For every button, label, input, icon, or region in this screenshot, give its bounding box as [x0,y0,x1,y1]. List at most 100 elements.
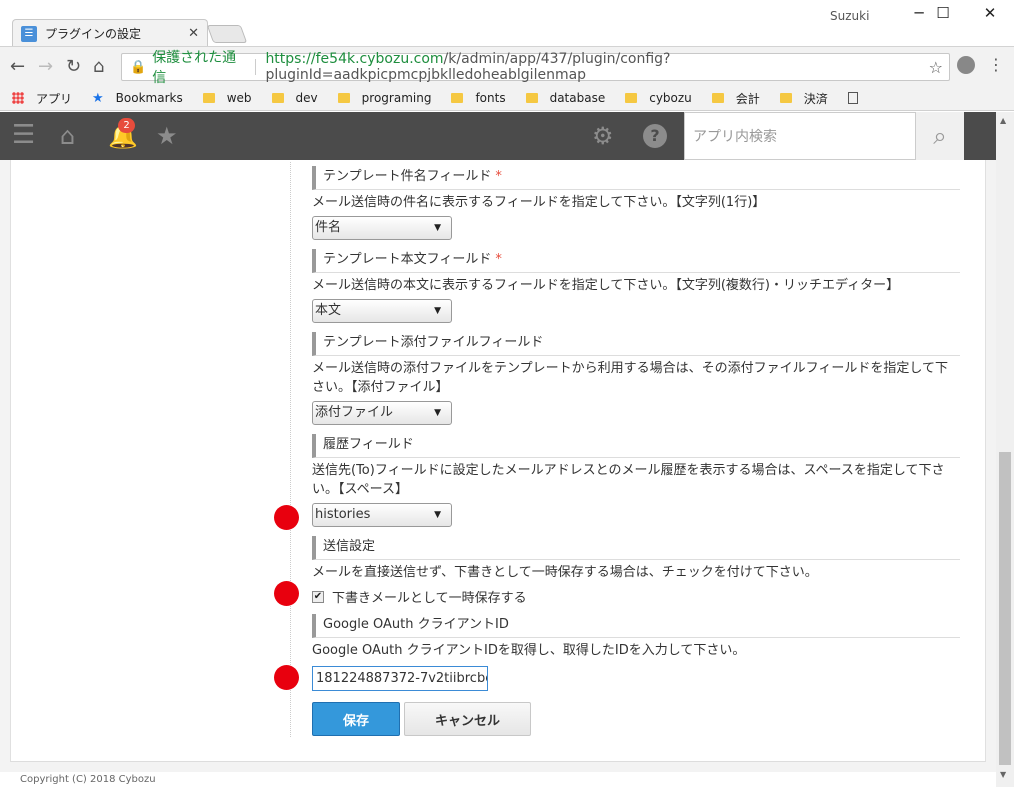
profile-name[interactable]: Suzuki [830,9,869,23]
folder-icon [525,93,538,103]
settings-gear-icon[interactable]: ⚙ [592,122,614,150]
extension-icon[interactable] [957,56,975,74]
dropdown-arrow-icon: ▼ [434,223,441,233]
section-desc-attach: メール送信時の添付ファイルをテンプレートから利用する場合は、その添付ファイルフィ… [312,361,948,395]
bookmark-page[interactable] [847,92,858,104]
back-icon[interactable]: ← [10,56,25,77]
dropdown-arrow-icon: ▼ [434,408,441,418]
section-desc-subject: メール送信時の件名に表示するフィールドを指定して下さい。【文字列(1行)】 [312,195,766,210]
home-icon[interactable]: ⌂ [93,56,104,77]
draft-checkbox[interactable]: ✔ [312,590,324,603]
url-text[interactable]: https://fe54k.cybozu.com/k/admin/app/437… [265,51,949,83]
section-title-text: テンプレート本文フィールド [323,252,492,267]
bookmark-label: fonts [475,91,506,105]
bookmark-label: web [226,91,252,105]
window-close-icon[interactable]: ✕ [967,4,1013,22]
plugin-favicon-icon: ☰ [21,25,37,42]
bookmark-programing[interactable]: programing [337,91,431,105]
bookmark-label: database [549,91,606,105]
select-value: 件名 [315,220,342,235]
folder-icon [271,93,284,103]
section-desc-send: メールを直接送信せず、下書きとして一時保存する場合は、チェックを付けて下さい。 [312,565,818,580]
folder-icon [337,93,350,103]
section-title-text: テンプレート件名フィールド [323,169,492,184]
search-placeholder: アプリ内検索 [693,129,777,145]
help-icon[interactable]: ? [643,124,667,148]
folder-icon [202,93,215,103]
select-value: histories [315,507,371,522]
section-desc-oauth: Google OAuth クライアントIDを取得し、取得したIDを入力して下さい… [312,643,746,658]
column-divider [290,162,291,737]
required-mark: * [495,169,502,184]
copyright-footer: Copyright (C) 2018 Cybozu [20,774,156,785]
bookmark-label: dev [295,91,318,105]
bookmark-label: Bookmarks [115,91,183,105]
bookmark-database[interactable]: database [525,91,606,105]
browser-toolbar: ← → ↻ ⌂ 🔒 保護された通信 https://fe54k.cybozu.c… [0,46,1014,86]
dropdown-arrow-icon: ▼ [434,510,441,520]
secure-label: 保護された通信 [152,50,237,86]
tab-close-icon[interactable]: ✕ [188,26,199,41]
folder-icon [711,93,724,103]
bookmark-apps[interactable]: アプリ [12,90,72,107]
section-title-oauth: Google OAuth クライアントID [312,614,960,638]
oauth-client-id-input[interactable]: 181224887372-7v2tiibrcbc [312,666,488,691]
hamburger-menu-icon[interactable]: ☰ [12,120,35,150]
section-title-attach: テンプレート添付ファイルフィールド [312,332,960,356]
subject-field-select[interactable]: 件名 ▼ [312,216,452,240]
bookmark-star-icon[interactable]: ☆ [929,58,943,77]
history-field-select[interactable]: histories ▼ [312,503,452,527]
folder-icon [625,93,638,103]
highlight-marker [274,581,299,606]
browser-titlebar: ☰ プラグインの設定 ✕ Suzuki ─ ☐ ✕ [0,0,1014,47]
bookmark-web[interactable]: web [202,91,252,105]
section-title-text: 送信設定 [323,539,376,554]
select-value: 添付ファイル [315,405,394,420]
favorites-star-icon[interactable]: ★ [156,122,178,150]
save-button[interactable]: 保存 [312,702,400,736]
bookmark-label: アプリ [36,91,73,106]
body-field-select[interactable]: 本文 ▼ [312,299,452,323]
star-icon: ★ [92,90,104,106]
folder-icon [451,93,464,103]
scroll-up-arrow-icon[interactable]: ▲ [1000,116,1006,125]
bookmarks-bar: アプリ ★ Bookmarks web dev programing fonts … [0,86,1014,111]
home-icon[interactable]: ⌂ [60,122,75,150]
apps-grid-icon [12,92,24,104]
section-desc-body: メール送信時の本文に表示するフィールドを指定して下さい。【文字列(複数行)・リッ… [312,278,900,293]
browser-menu-icon[interactable]: ⋮ [988,55,1004,74]
bookmark-dev[interactable]: dev [271,91,318,105]
new-tab-button[interactable] [206,25,248,43]
section-title-send: 送信設定 [312,536,960,560]
forward-icon[interactable]: → [38,56,53,77]
draft-checkbox-label: 下書きメールとして一時保存する [332,591,527,606]
section-title-subject: テンプレート件名フィールド * [312,166,960,190]
bookmark-bookmarks[interactable]: ★ Bookmarks [92,91,183,106]
scroll-down-arrow-icon[interactable]: ▼ [1000,770,1006,779]
search-icon[interactable]: ⌕ [916,112,964,160]
maximize-icon[interactable]: ☐ [920,4,966,22]
bookmark-cybozu[interactable]: cybozu [625,91,692,105]
section-desc-history: 送信先(To)フィールドに設定したメールアドレスとのメール履歴を表示する場合は、… [312,463,945,497]
bookmark-label: 会計 [735,91,760,106]
highlight-marker [274,505,299,530]
app-search-input[interactable]: アプリ内検索 [684,112,916,160]
required-mark: * [495,252,502,267]
reload-icon[interactable]: ↻ [66,56,81,77]
section-title-body: テンプレート本文フィールド * [312,249,960,273]
select-value: 本文 [315,303,342,318]
attach-field-select[interactable]: 添付ファイル ▼ [312,401,452,425]
url-host: https://fe54k.cybozu.com [265,51,444,67]
bookmark-label: cybozu [649,91,692,105]
tab-title: プラグインの設定 [45,27,142,41]
scrollbar-thumb[interactable] [999,452,1011,765]
bookmark-kessai[interactable]: 決済 [779,90,828,107]
folder-icon [779,93,792,103]
browser-tab[interactable]: ☰ プラグインの設定 ✕ [12,19,208,47]
bookmark-fonts[interactable]: fonts [451,91,506,105]
draft-checkbox-row[interactable]: ✔ 下書きメールとして一時保存する [312,587,527,606]
bookmark-kaikei[interactable]: 会計 [711,90,760,107]
cancel-button[interactable]: キャンセル [404,702,531,736]
section-title-text: Google OAuth クライアントID [323,617,509,632]
address-bar[interactable]: 🔒 保護された通信 https://fe54k.cybozu.com/k/adm… [121,50,950,86]
